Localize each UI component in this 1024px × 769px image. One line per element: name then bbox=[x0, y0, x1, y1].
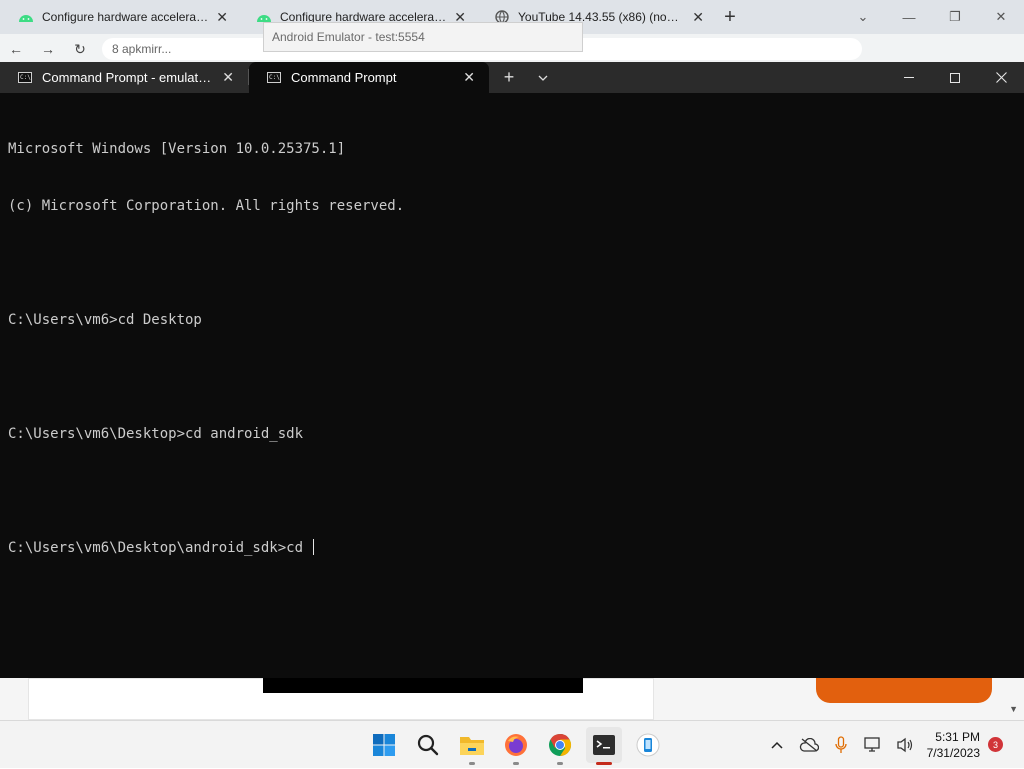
android-icon bbox=[18, 9, 34, 25]
command-prompt-icon: C:\ bbox=[267, 72, 281, 83]
running-indicator bbox=[469, 762, 475, 765]
notification-badge[interactable]: 3 bbox=[988, 737, 1003, 752]
clock-time: 5:31 PM bbox=[935, 730, 980, 744]
close-icon[interactable]: ✕ bbox=[978, 9, 1024, 25]
console-line: Microsoft Windows [Version 10.0.25375.1] bbox=[8, 141, 346, 157]
terminal-tab-title: Command Prompt bbox=[291, 70, 397, 85]
firefox-icon[interactable] bbox=[498, 727, 534, 765]
reload-icon[interactable]: ↻ bbox=[64, 41, 96, 58]
terminal-window-controls bbox=[886, 62, 1024, 93]
command-prompt-icon: C:\ bbox=[18, 72, 32, 83]
cloud-offline-icon[interactable] bbox=[798, 734, 820, 756]
close-icon[interactable]: ✕ bbox=[222, 69, 234, 86]
terminal-window: C:\ Command Prompt - emulator.e ✕ C:\ Co… bbox=[0, 62, 1024, 678]
network-icon[interactable] bbox=[862, 734, 884, 756]
terminal-tab-command-prompt[interactable]: C:\ Command Prompt ✕ bbox=[249, 62, 489, 93]
close-icon[interactable] bbox=[978, 62, 1024, 93]
close-icon[interactable]: ✕ bbox=[216, 9, 228, 26]
chevron-down-icon[interactable] bbox=[529, 62, 557, 93]
chevron-up-icon[interactable] bbox=[766, 734, 788, 756]
running-indicator bbox=[596, 762, 612, 765]
terminal-icon[interactable] bbox=[586, 727, 622, 765]
emulator-tooltip: Android Emulator - test:5554 bbox=[263, 22, 583, 52]
close-icon[interactable]: ✕ bbox=[692, 9, 704, 26]
forward-icon[interactable]: → bbox=[32, 41, 64, 57]
console-line: C:\Users\vm6\Desktop>cd android_sdk bbox=[8, 426, 304, 442]
emulator-window-edge bbox=[263, 678, 583, 693]
browser-tab-title: Configure hardware acceleration bbox=[42, 10, 209, 24]
back-icon[interactable]: ← bbox=[0, 41, 32, 57]
chevron-down-icon[interactable]: ⌄ bbox=[840, 9, 886, 25]
clock-date: 7/31/2023 bbox=[926, 746, 980, 760]
console-line: C:\Users\vm6>cd Desktop bbox=[8, 312, 202, 328]
console-line: (c) Microsoft Corporation. All rights re… bbox=[8, 198, 405, 214]
browser-new-tab-button[interactable]: + bbox=[714, 6, 746, 29]
minimize-icon[interactable]: — bbox=[886, 10, 932, 25]
windows-start-icon[interactable] bbox=[366, 727, 402, 763]
terminal-tab-title: Command Prompt - emulator.e bbox=[42, 70, 213, 85]
minimize-icon[interactable] bbox=[886, 62, 932, 93]
terminal-tab-emulator[interactable]: C:\ Command Prompt - emulator.e ✕ bbox=[0, 62, 248, 93]
scroll-down-icon[interactable]: ▼ bbox=[1009, 704, 1018, 714]
file-explorer-icon[interactable] bbox=[454, 727, 490, 765]
close-icon[interactable]: ✕ bbox=[463, 69, 475, 86]
console-input-line[interactable]: C:\Users\vm6\Desktop\android_sdk>cd bbox=[8, 539, 1008, 558]
taskbar: 5:31 PM 7/31/2023 3 bbox=[0, 720, 1024, 768]
download-button[interactable] bbox=[816, 678, 992, 703]
restore-icon[interactable]: ❐ bbox=[932, 9, 978, 25]
address-bar-text: 8 apkmirr... bbox=[112, 42, 172, 56]
volume-icon[interactable] bbox=[894, 734, 916, 756]
browser-window-controls: ⌄ — ❐ ✕ bbox=[840, 0, 1024, 34]
chrome-icon[interactable] bbox=[542, 727, 578, 765]
phone-link-icon[interactable] bbox=[630, 727, 666, 763]
text-cursor bbox=[313, 539, 315, 555]
taskbar-apps bbox=[366, 727, 666, 765]
console-output[interactable]: Microsoft Windows [Version 10.0.25375.1]… bbox=[8, 102, 1008, 596]
console-prompt-text: C:\Users\vm6\Desktop\android_sdk>cd bbox=[8, 540, 312, 556]
maximize-icon[interactable] bbox=[932, 62, 978, 93]
running-indicator bbox=[513, 762, 519, 765]
browser-page-content: ▼ bbox=[0, 678, 1024, 720]
browser-tab-1[interactable]: Configure hardware acceleration ✕ bbox=[0, 0, 238, 34]
microphone-icon[interactable] bbox=[830, 734, 852, 756]
running-indicator bbox=[557, 762, 563, 765]
search-icon[interactable] bbox=[410, 727, 446, 763]
terminal-tab-bar: C:\ Command Prompt - emulator.e ✕ C:\ Co… bbox=[0, 62, 1024, 93]
clock[interactable]: 5:31 PM 7/31/2023 bbox=[916, 729, 980, 761]
system-tray bbox=[766, 721, 916, 769]
terminal-new-tab-button[interactable]: + bbox=[489, 62, 529, 93]
